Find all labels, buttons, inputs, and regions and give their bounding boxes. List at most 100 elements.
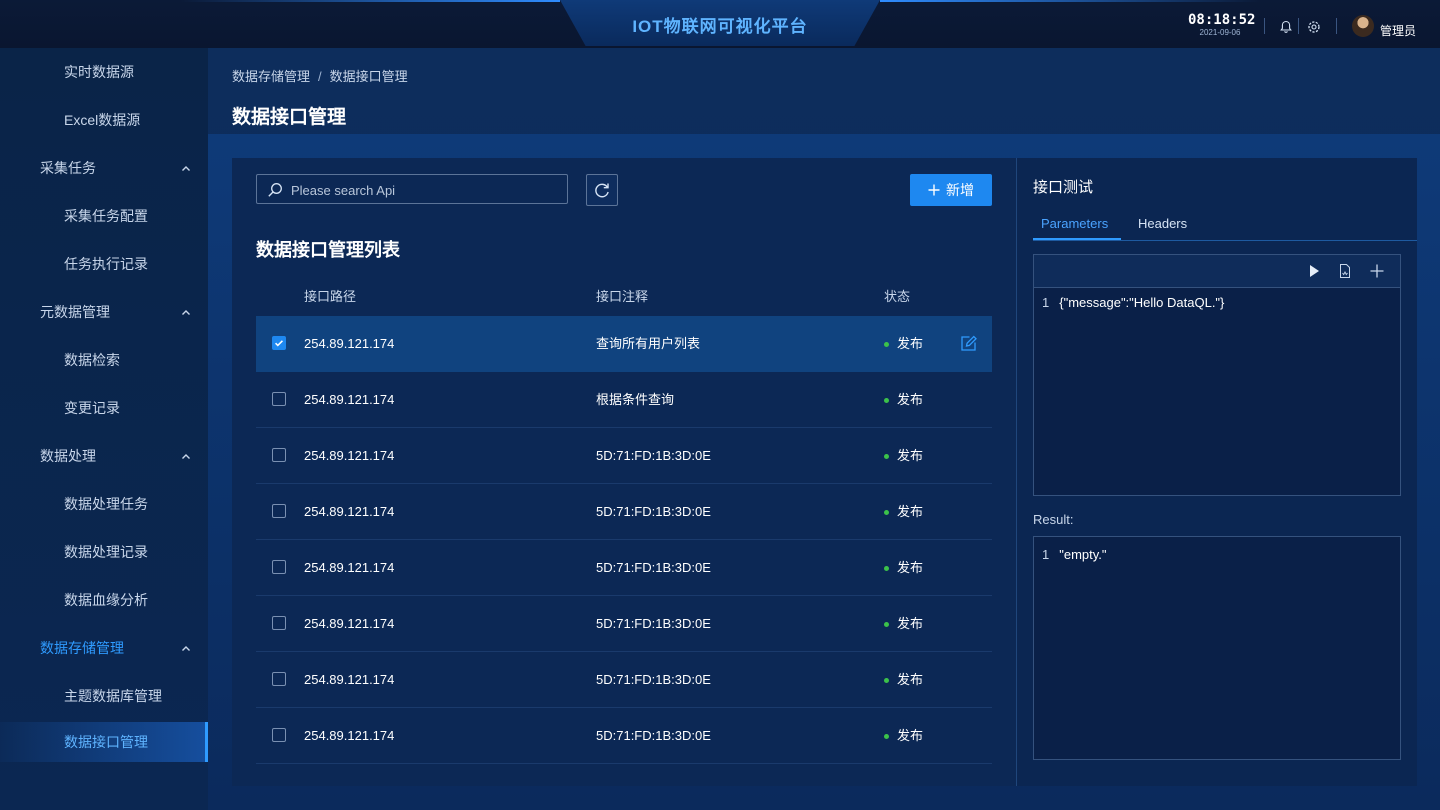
sidebar-item-label: 任务执行记录: [64, 256, 148, 272]
search-box[interactable]: [256, 174, 568, 205]
test-tabs: Parameters Headers: [1033, 210, 1417, 241]
search-input[interactable]: [289, 175, 563, 205]
row-status: 发布: [884, 428, 923, 484]
sidebar-group-data-processing[interactable]: 数据处理: [0, 432, 208, 480]
header-divider: [1264, 18, 1265, 34]
row-status-label: 发布: [897, 392, 924, 407]
row-comment: 根据条件查询: [596, 392, 675, 407]
status-dot: [884, 510, 889, 516]
row-checkbox[interactable]: [272, 448, 286, 462]
table-row[interactable]: 254.89.121.174 根据条件查询 发布: [256, 372, 992, 428]
sidebar-item-processing-records[interactable]: 数据处理记录: [0, 528, 208, 576]
table-row[interactable]: 254.89.121.174 5D:71:FD:1B:3D:0E 发布: [256, 652, 992, 708]
sidebar-item-label: Excel数据源: [64, 112, 141, 128]
api-test-panel: 接口测试 Parameters Headers 1 {"message":"Hel…: [1016, 158, 1417, 786]
row-status: 发布: [884, 652, 923, 708]
plus-icon[interactable]: [1369, 263, 1385, 279]
row-checkbox[interactable]: [272, 392, 286, 406]
row-path: 254.89.121.174: [304, 448, 395, 463]
row-path: 254.89.121.174: [304, 616, 395, 631]
header-glow-left: [180, 0, 560, 2]
play-icon[interactable]: [1306, 263, 1322, 279]
parameters-editor[interactable]: 1 {"message":"Hello DataQL."}: [1033, 254, 1401, 496]
clock-date: 2021-09-06: [1199, 28, 1241, 37]
row-path: 254.89.121.174: [304, 728, 395, 743]
sidebar-item-processing-tasks[interactable]: 数据处理任务: [0, 480, 208, 528]
row-status: 发布: [884, 372, 923, 428]
row-status-label: 发布: [897, 448, 924, 463]
tab-headers[interactable]: Headers: [1138, 216, 1187, 231]
sidebar-group-data-storage[interactable]: 数据存储管理: [0, 624, 208, 672]
breadcrumb-current: 数据接口管理: [329, 69, 408, 84]
avatar[interactable]: [1352, 15, 1374, 37]
status-dot: [884, 622, 889, 628]
sidebar-item-data-search[interactable]: 数据检索: [0, 336, 208, 384]
test-panel-title: 接口测试: [1033, 179, 1094, 196]
row-checkbox[interactable]: [272, 560, 286, 574]
chevron-up-icon: [182, 166, 190, 171]
sidebar-item-topic-db[interactable]: 主题数据库管理: [0, 672, 208, 720]
sidebar-item-task-records[interactable]: 任务执行记录: [0, 240, 208, 288]
add-button[interactable]: 新增: [910, 174, 992, 206]
chevron-up-icon: [182, 454, 190, 459]
table-row[interactable]: 254.89.121.174 查询所有用户列表 发布: [256, 316, 992, 372]
refresh-button[interactable]: [586, 174, 618, 206]
line-number: 1: [1042, 547, 1050, 562]
table-row[interactable]: 254.89.121.174 5D:71:FD:1B:3D:0E 发布: [256, 540, 992, 596]
api-list-panel: 新增 数据接口管理列表 接口路径 接口注释 状态 254.89.121.174 …: [232, 158, 1016, 786]
user-name[interactable]: 管理员: [1380, 22, 1416, 39]
row-status-label: 发布: [897, 504, 924, 519]
sidebar-item-excel-source[interactable]: Excel数据源: [0, 96, 208, 144]
sidebar-item-label: 数据接口管理: [64, 734, 148, 750]
sidebar-item-label: 采集任务配置: [64, 208, 148, 224]
row-checkbox[interactable]: [272, 336, 286, 350]
table-row[interactable]: 254.89.121.174 5D:71:FD:1B:3D:0E 发布: [256, 596, 992, 652]
header-glow-right: [880, 0, 1260, 2]
bell-icon[interactable]: [1279, 20, 1293, 34]
sidebar-group-label: 采集任务: [40, 160, 96, 176]
sidebar-item-realtime-source[interactable]: 实时数据源: [0, 48, 208, 96]
sidebar-item-label: 实时数据源: [64, 64, 134, 80]
code-line: 1 "empty.": [1042, 547, 1107, 562]
result-box[interactable]: 1 "empty.": [1033, 536, 1401, 760]
row-checkbox[interactable]: [272, 728, 286, 742]
row-comment: 5D:71:FD:1B:3D:0E: [596, 560, 711, 575]
sidebar-group-collect-tasks[interactable]: 采集任务: [0, 144, 208, 192]
breadcrumb: 数据存储管理 / 数据接口管理: [232, 66, 408, 85]
sidebar-group-metadata[interactable]: 元数据管理: [0, 288, 208, 336]
result-label: Result:: [1033, 512, 1074, 527]
edit-icon[interactable]: [960, 335, 977, 352]
clock: 08:18:52 2021-09-06: [1188, 12, 1255, 38]
status-dot: [884, 566, 889, 572]
header-divider: [1298, 18, 1299, 34]
plus-icon: [928, 184, 940, 196]
code-line: 1 {"message":"Hello DataQL."}: [1042, 295, 1224, 310]
sidebar-item-label: 数据血缘分析: [64, 592, 148, 608]
sidebar-item-lineage-analysis[interactable]: 数据血缘分析: [0, 576, 208, 624]
file-icon[interactable]: [1337, 263, 1353, 279]
sidebar-item-collect-config[interactable]: 采集任务配置: [0, 192, 208, 240]
breadcrumb-separator: /: [318, 69, 322, 84]
table-row[interactable]: 254.89.121.174 5D:71:FD:1B:3D:0E 发布: [256, 708, 992, 764]
status-dot: [884, 678, 889, 684]
sidebar: 实时数据源 Excel数据源 采集任务 采集任务配置 任务执行记录 元数据管理 …: [0, 48, 208, 810]
row-status-label: 发布: [897, 672, 924, 687]
breadcrumb-parent[interactable]: 数据存储管理: [232, 69, 310, 84]
row-checkbox[interactable]: [272, 672, 286, 686]
column-header-path: 接口路径: [304, 289, 357, 304]
status-dot: [884, 734, 889, 740]
row-checkbox[interactable]: [272, 504, 286, 518]
tab-parameters[interactable]: Parameters: [1041, 216, 1108, 231]
status-dot: [884, 342, 889, 348]
sidebar-item-data-api[interactable]: 数据接口管理: [0, 722, 208, 762]
status-dot: [884, 454, 889, 460]
row-path: 254.89.121.174: [304, 392, 395, 407]
row-checkbox[interactable]: [272, 616, 286, 630]
result-code: "empty.": [1059, 547, 1107, 562]
row-status: 发布: [884, 596, 923, 652]
gear-icon[interactable]: [1307, 20, 1321, 34]
row-status-label: 发布: [897, 560, 924, 575]
table-row[interactable]: 254.89.121.174 5D:71:FD:1B:3D:0E 发布: [256, 428, 992, 484]
sidebar-item-change-log[interactable]: 变更记录: [0, 384, 208, 432]
table-row[interactable]: 254.89.121.174 5D:71:FD:1B:3D:0E 发布: [256, 484, 992, 540]
